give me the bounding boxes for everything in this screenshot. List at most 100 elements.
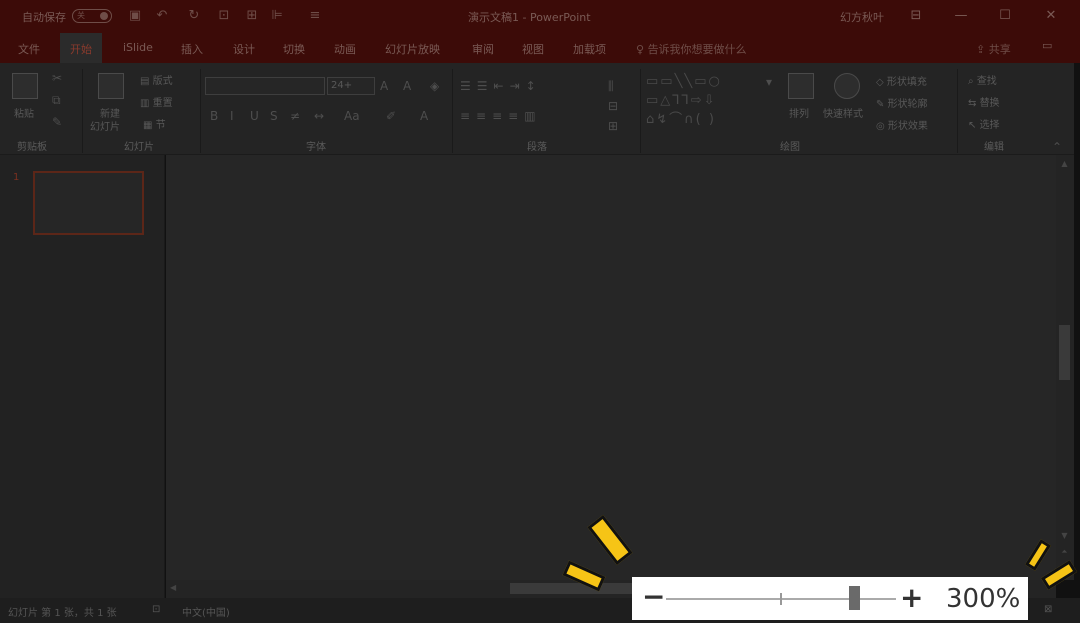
replace-button[interactable]: ⇆ 替换 [968, 94, 1000, 109]
vertical-scroll-thumb[interactable] [1059, 325, 1070, 380]
tell-me-box[interactable]: ♀ 告诉我你想要做什么 [636, 41, 747, 57]
bold-icon[interactable]: B [210, 109, 218, 123]
paste-button[interactable]: 粘贴 [14, 105, 34, 120]
group-divider [82, 69, 83, 153]
autosave-toggle[interactable]: 关 [72, 9, 112, 23]
slide-count-status: 幻灯片 第 1 张，共 1 张 [8, 608, 117, 619]
underline-icon[interactable]: U [250, 109, 259, 123]
ribbon-display-options-icon[interactable]: ⊟ [905, 7, 927, 25]
reset-button[interactable]: ▥ 重置 [140, 94, 173, 109]
clear-formatting-icon[interactable]: ◈ [430, 79, 439, 93]
font-name-combo[interactable] [205, 77, 325, 95]
redo-icon[interactable]: ↻ [187, 9, 201, 23]
close-button[interactable]: ✕ [1040, 7, 1062, 25]
character-spacing-icon[interactable]: ↔ [314, 109, 324, 123]
minimize-button[interactable]: — [950, 7, 972, 25]
scroll-up-icon[interactable]: ▲ [1059, 159, 1070, 170]
tab-addins[interactable]: 加载项 [573, 41, 606, 57]
zoom-slider-handle[interactable] [849, 586, 860, 610]
tab-review[interactable]: 审阅 [472, 41, 494, 57]
shapes-gallery[interactable]: ▭▭╲╲▭○ ▭△⅂⅂⇨⇩ ⌂↯⌒∩( ) [646, 72, 764, 130]
align-icon[interactable]: ⊫ [270, 9, 284, 23]
ribbon-home: 粘贴 ✂ ⧉ ✎ 剪贴板 新建 幻灯片 ▤ 版式 ▥ 重置 ▦ 节 幻灯片 24… [0, 63, 1074, 155]
scroll-down-icon[interactable]: ▼ [1059, 531, 1070, 542]
section-icon: ▦ [143, 120, 156, 131]
new-slide-icon[interactable] [98, 73, 124, 99]
ribbon-tabs: 文件 开始 iSlide 插入 设计 切换 动画 幻灯片放映 审阅 视图 加载项… [0, 33, 1080, 63]
tab-islide[interactable]: iSlide [123, 41, 153, 54]
gallery-scroll-icon[interactable]: ▾ [766, 75, 772, 89]
font-size-combo[interactable]: 24+ [327, 77, 375, 95]
new-slide-label-2[interactable]: 幻灯片 [90, 118, 120, 133]
tab-animations[interactable]: 动画 [334, 41, 356, 57]
font-color-icon[interactable]: A [420, 109, 428, 123]
previous-slide-icon[interactable]: ⏶ [1059, 547, 1070, 558]
increase-font-size-icon[interactable]: A [380, 79, 388, 93]
tab-insert[interactable]: 插入 [181, 41, 203, 57]
list-icons[interactable]: ☰☰⇤⇥↕ [460, 79, 542, 93]
reset-icon: ▥ [140, 98, 153, 109]
shadow-icon[interactable]: S [270, 109, 278, 123]
highlight-icon[interactable]: ✐ [386, 109, 396, 123]
cut-icon[interactable]: ✂ [52, 71, 62, 85]
change-case-icon[interactable]: Aa [344, 109, 360, 123]
start-slideshow-icon[interactable]: ⊡ [217, 9, 231, 23]
plugin-account[interactable]: 幻方秋叶 [840, 9, 884, 25]
comments-icon[interactable]: ▭ [1042, 39, 1052, 52]
smartart-icon[interactable]: ⊞ [608, 119, 618, 133]
select-button[interactable]: ↖ 选择 [968, 116, 1000, 131]
save-icon[interactable]: ▣ [128, 9, 142, 23]
tab-slideshow[interactable]: 幻灯片放映 [385, 41, 440, 57]
shape-fill-button[interactable]: ◇ 形状填充 [876, 73, 927, 88]
arrange-icon[interactable] [788, 73, 814, 99]
share-button[interactable]: ⇪ 共享 [976, 41, 1011, 57]
scroll-left-icon[interactable]: ◀ [170, 583, 181, 594]
find-button[interactable]: ⌕ 查找 [968, 72, 997, 87]
tab-home[interactable]: 开始 [60, 33, 102, 63]
customize-qat-icon[interactable]: ≡ [308, 9, 322, 23]
layout-icon: ▤ [140, 76, 153, 87]
zoom-control: − + 300% [632, 577, 1028, 620]
slide-thumbnail[interactable] [33, 171, 144, 235]
tab-file[interactable]: 文件 [18, 41, 40, 57]
shape-effects-icon: ◎ [876, 121, 888, 132]
layout-button[interactable]: ▤ 版式 [140, 72, 173, 87]
slide-number: 1 [13, 172, 20, 183]
fit-to-window-icon[interactable]: ⊠ [1044, 604, 1052, 615]
tab-view[interactable]: 视图 [522, 41, 544, 57]
format-painter-icon[interactable]: ✎ [52, 115, 62, 129]
align-text-icon[interactable]: ⊟ [608, 99, 618, 113]
zoom-in-button[interactable]: + [900, 580, 923, 616]
strikethrough-icon[interactable]: ≠ [290, 109, 300, 123]
quick-styles-button[interactable]: 快速样式 [823, 105, 863, 120]
arrange-button[interactable]: 排列 [789, 105, 809, 120]
undo-icon[interactable]: ↶ [155, 9, 169, 23]
shape-fill-icon: ◇ [876, 77, 887, 88]
group-label-paragraph: 段落 [527, 142, 547, 153]
touch-mode-icon[interactable]: ⊞ [245, 9, 259, 23]
section-button[interactable]: ▦ 节 [143, 116, 166, 131]
tab-design[interactable]: 设计 [233, 41, 255, 57]
group-divider [640, 69, 641, 153]
vertical-scrollbar[interactable]: ▲ ▼ ⏶ ⏷ [1056, 155, 1074, 580]
maximize-button[interactable]: ☐ [994, 7, 1016, 25]
paste-icon[interactable] [12, 73, 38, 99]
horizontal-scroll-thumb[interactable] [510, 583, 650, 594]
spellcheck-icon[interactable]: ⊡ [152, 604, 160, 615]
share-icon: ⇪ [976, 43, 989, 56]
text-direction-icon[interactable]: ⫼ [608, 79, 614, 93]
zoom-out-button[interactable]: − [642, 580, 665, 614]
quick-styles-icon[interactable] [834, 73, 860, 99]
zoom-percentage[interactable]: 300% [946, 583, 1020, 615]
shape-effects-button[interactable]: ◎ 形状效果 [876, 117, 928, 132]
align-icons[interactable]: ≡≡≡≡▥ [460, 109, 542, 123]
slide-editing-area[interactable] [166, 155, 1056, 580]
zoom-slider-center-tick [780, 593, 782, 605]
italic-icon[interactable]: I [230, 109, 234, 123]
tab-transitions[interactable]: 切换 [283, 41, 305, 57]
collapse-ribbon-icon[interactable]: ⌃ [1052, 140, 1062, 154]
shape-outline-button[interactable]: ✎ 形状轮廓 [876, 95, 928, 110]
copy-icon[interactable]: ⧉ [52, 93, 61, 107]
decrease-font-size-icon[interactable]: A [403, 79, 411, 93]
language-status[interactable]: 中文(中国) [182, 604, 230, 619]
